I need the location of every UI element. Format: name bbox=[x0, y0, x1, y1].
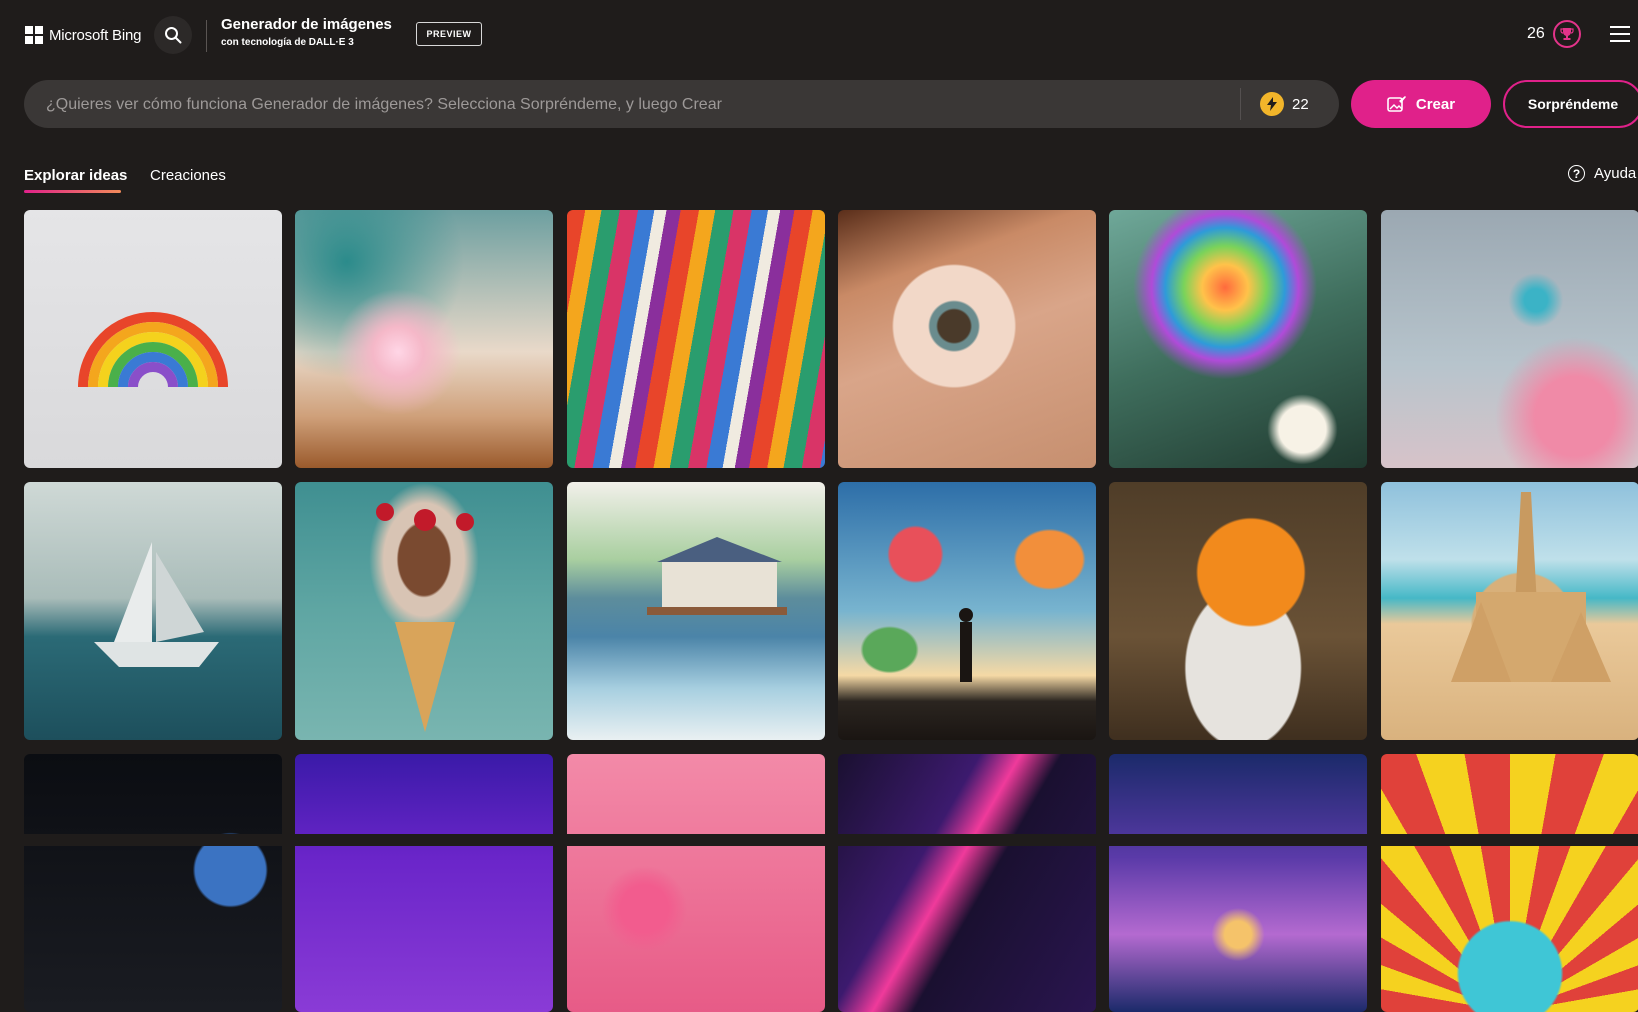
top-header: Microsoft Bing Generador de imágenes con… bbox=[0, 0, 1638, 70]
image-tile[interactable] bbox=[1381, 210, 1638, 468]
image-tile[interactable] bbox=[567, 754, 825, 1012]
microsoft-bing-logo[interactable]: Microsoft Bing bbox=[25, 26, 141, 44]
image-create-icon bbox=[1387, 96, 1406, 112]
sandcastle-image bbox=[1451, 492, 1611, 682]
boosts-indicator[interactable]: 22 bbox=[1260, 92, 1309, 116]
trophy-icon bbox=[1560, 28, 1574, 40]
hamburger-icon bbox=[1610, 26, 1630, 28]
image-tile[interactable] bbox=[1109, 482, 1367, 740]
question-circle-icon: ? bbox=[1568, 165, 1585, 182]
page-title: Generador de imágenes bbox=[221, 16, 392, 33]
surprise-button-label: Sorpréndeme bbox=[1527, 96, 1619, 112]
help-label: Ayuda bbox=[1594, 165, 1637, 182]
image-tile[interactable] bbox=[24, 482, 282, 740]
menu-button[interactable] bbox=[1610, 26, 1630, 42]
prompt-divider bbox=[1240, 88, 1241, 120]
create-button-label: Crear bbox=[1415, 95, 1456, 113]
lake-house-image bbox=[647, 537, 787, 615]
lightning-icon bbox=[1260, 92, 1284, 116]
preview-badge: PREVIEW bbox=[416, 22, 482, 46]
help-button[interactable]: ? Ayuda bbox=[1568, 165, 1636, 182]
image-tile[interactable] bbox=[24, 754, 282, 1012]
search-button[interactable] bbox=[154, 16, 192, 54]
brand-name: Microsoft Bing bbox=[49, 26, 142, 44]
image-tile[interactable] bbox=[838, 754, 1096, 1012]
create-button[interactable]: Crear bbox=[1351, 80, 1491, 128]
image-tile[interactable] bbox=[1109, 754, 1367, 1012]
image-tile[interactable] bbox=[567, 482, 825, 740]
image-tile[interactable] bbox=[838, 482, 1096, 740]
rewards-button[interactable] bbox=[1553, 20, 1581, 48]
image-tile[interactable] bbox=[24, 210, 282, 468]
tab-explore-ideas[interactable]: Explorar ideas bbox=[24, 167, 127, 184]
surprise-me-button[interactable]: Sorpréndeme bbox=[1503, 80, 1638, 128]
balloons-silhouette-image bbox=[959, 608, 973, 682]
prompt-input[interactable] bbox=[44, 80, 1238, 130]
prompt-bar: 22 bbox=[24, 80, 1339, 130]
ice-cream-image bbox=[376, 503, 474, 732]
microsoft-logo-icon bbox=[25, 26, 43, 44]
rewards-points[interactable]: 26 bbox=[1527, 25, 1545, 43]
search-icon bbox=[165, 27, 182, 44]
image-tile[interactable] bbox=[838, 210, 1096, 468]
tab-creations[interactable]: Creaciones bbox=[150, 167, 226, 184]
image-tile[interactable] bbox=[295, 482, 553, 740]
boosts-count: 22 bbox=[1292, 95, 1309, 113]
image-tile[interactable] bbox=[295, 210, 553, 468]
header-divider bbox=[206, 20, 207, 52]
product-title-block: Generador de imágenes con tecnología de … bbox=[221, 16, 392, 48]
image-tile[interactable] bbox=[1381, 754, 1638, 1012]
image-tile[interactable] bbox=[1109, 210, 1367, 468]
active-tab-indicator bbox=[24, 190, 121, 193]
image-tile[interactable] bbox=[295, 754, 553, 1012]
paper-boat-image bbox=[94, 542, 219, 667]
bottom-edge bbox=[0, 834, 1638, 846]
paper-rainbow-image bbox=[78, 312, 228, 388]
image-tile[interactable] bbox=[1381, 482, 1638, 740]
page-subtitle: con tecnología de DALL·E 3 bbox=[221, 37, 354, 48]
image-tile[interactable] bbox=[567, 210, 825, 468]
